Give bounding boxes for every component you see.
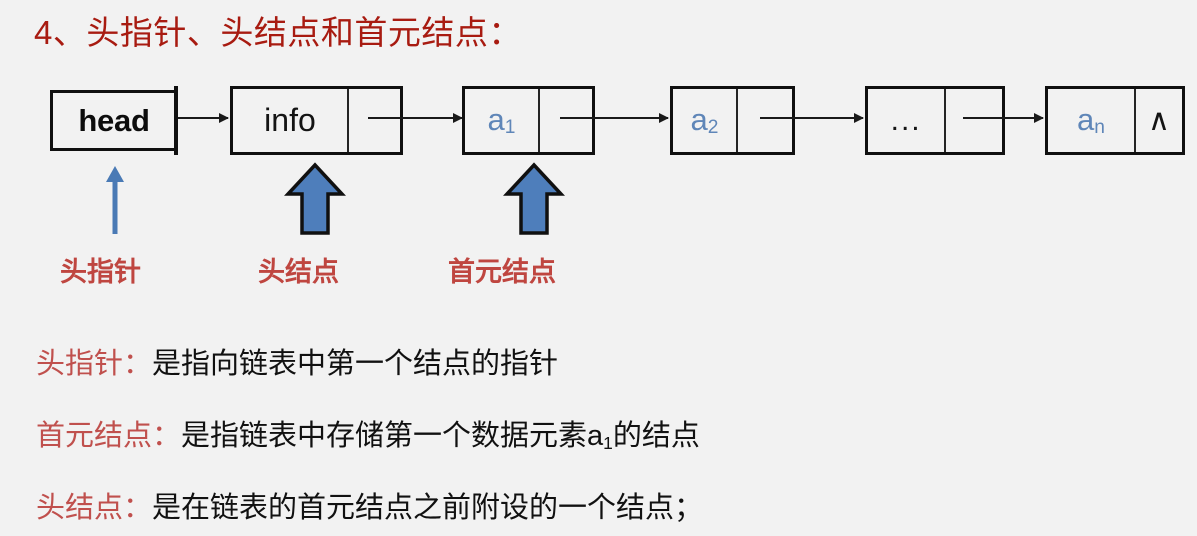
node-a1-data-cell: a1 (465, 89, 540, 152)
head-pointer-cell: head (53, 93, 175, 148)
connector-a1-to-a2 (560, 113, 669, 123)
null-terminator-symbol: ∧ (1148, 104, 1170, 137)
connector-a2-to-ellipsis (760, 113, 864, 123)
callout-head-pointer: 头指针 (60, 257, 141, 287)
definition-line-head-node: 头结点：是在链表的首元结点之前附设的一个结点； (36, 484, 703, 526)
node-info: info (230, 86, 403, 155)
callout-head-node: 头结点 (258, 257, 339, 287)
connector-ellipsis-to-an (963, 113, 1044, 123)
definition-line-first-element-node: 首元结点：是指链表中存储第一个数据元素a1的结点 (36, 412, 700, 454)
callout-first-element-node: 首元结点 (448, 257, 556, 287)
thick-arrow-head-node (284, 162, 346, 235)
definition-body-head-node: 是在链表的首元结点之前附设的一个结点； (152, 492, 704, 524)
thick-arrow-first-element-node (503, 162, 565, 235)
node-info-next-cell (349, 89, 400, 152)
node-an-data-cell: an (1048, 89, 1136, 152)
definition-term-head-node: 头结点： (36, 492, 153, 524)
node-ellipsis: ... (865, 86, 1005, 155)
slide-canvas: 4、头指针、头结点和首元结点： head info a1 a2 ... an ∧… (0, 0, 1197, 536)
head-pointer-tick (174, 86, 178, 155)
head-pointer-box: head (50, 90, 178, 151)
node-a2-data-label: a2 (690, 102, 719, 138)
definition-subscript-first-element-node: 1 (603, 432, 613, 453)
thin-pointer-arrow (106, 166, 124, 234)
definition-line-head-pointer: 头指针：是指向链表中第一个结点的指针 (36, 340, 558, 382)
node-info-data-cell: info (233, 89, 349, 152)
node-a2-next-cell (738, 89, 792, 152)
definition-term-head-pointer: 头指针： (36, 348, 153, 380)
definition-term-first-element-node: 首元结点： (36, 420, 182, 452)
node-an: an ∧ (1045, 86, 1185, 155)
node-info-data-label: info (264, 102, 316, 138)
node-ellipsis-data-cell: ... (868, 89, 947, 152)
page-title: 4、头指针、头结点和首元结点： (34, 14, 522, 51)
node-ellipsis-label: ... (890, 103, 922, 137)
node-an-data-label: an (1077, 102, 1105, 138)
node-a2: a2 (670, 86, 795, 155)
node-a1-data-label: a1 (487, 102, 516, 138)
definition-body-first-element-node: 是指链表中存储第一个数据元素a (181, 420, 604, 452)
definition-body-tail-first-element-node: 的结点 (612, 420, 700, 452)
definition-body-head-pointer: 是指向链表中第一个结点的指针 (152, 348, 559, 380)
node-a1-next-cell (540, 89, 592, 152)
connector-info-to-a1 (368, 113, 463, 123)
connector-head-to-info (178, 113, 229, 123)
linked-list-diagram: head info a1 a2 ... an ∧ 头指针 头结点 首元结点 (0, 78, 1197, 308)
node-an-next-cell: ∧ (1136, 89, 1182, 152)
node-ellipsis-next-cell (946, 89, 1002, 152)
head-pointer-label: head (78, 102, 150, 138)
node-a2-data-cell: a2 (673, 89, 738, 152)
node-a1: a1 (462, 86, 595, 155)
